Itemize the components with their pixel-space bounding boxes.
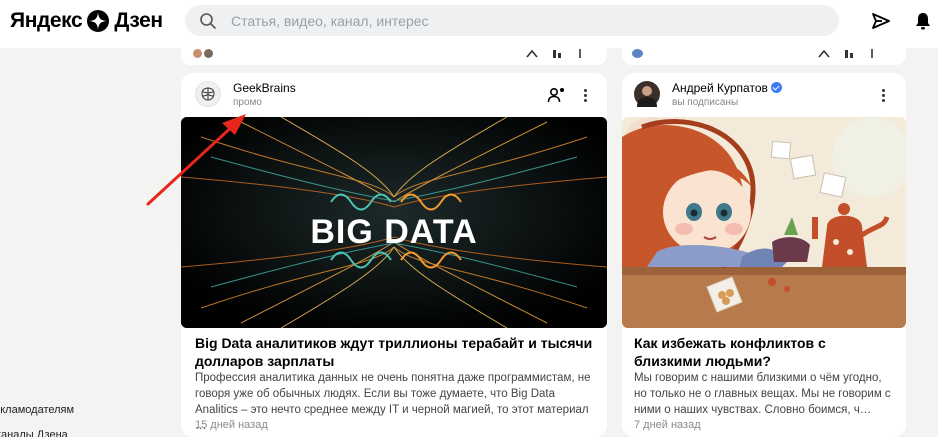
annotation-arrow [146, 114, 246, 206]
